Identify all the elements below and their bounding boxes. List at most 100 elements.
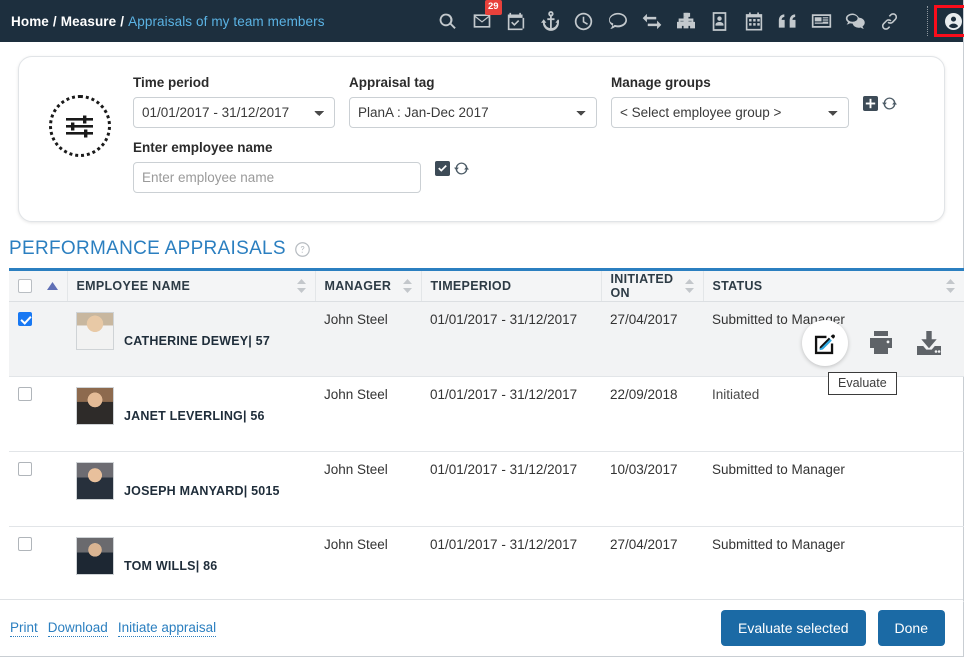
row-timeperiod: 01/01/2017 - 31/12/2017 — [421, 377, 601, 452]
select-all-checkbox[interactable] — [18, 279, 32, 293]
breadcrumb-measure[interactable]: Measure — [61, 14, 116, 29]
user-circle-icon — [945, 13, 962, 30]
footer-link-download[interactable]: Download — [48, 620, 108, 637]
refresh-groups-icon[interactable] — [882, 96, 897, 111]
time-period-select[interactable]: 01/01/2017 - 31/12/2017 — [133, 97, 335, 128]
newspaper-icon[interactable] — [811, 10, 833, 32]
column-header-initiated-on[interactable]: INITIATED ON — [601, 270, 703, 302]
evaluate-selected-button[interactable]: Evaluate selected — [721, 610, 866, 646]
sort-icon[interactable] — [685, 279, 694, 293]
column-label-employee-name: EMPLOYEE NAME — [77, 279, 191, 293]
table-header: EMPLOYEE NAME MANAGER — [9, 270, 964, 302]
evaluate-button[interactable] — [802, 320, 848, 366]
row-initiated-on: 22/09/2018 — [601, 377, 703, 452]
manage-groups-select[interactable]: < Select employee group > — [611, 97, 849, 128]
breadcrumb-separator-2: / — [120, 14, 124, 29]
row-employee-cell: TOM WILLS| 86 — [67, 527, 315, 602]
status-badge: Submitted to Manager — [712, 537, 845, 552]
quote-icon[interactable] — [777, 10, 799, 32]
row-checkbox[interactable] — [18, 387, 32, 401]
table-row[interactable]: JANET LEVERLING| 56 John Steel 01/01/201… — [9, 377, 964, 452]
filter-panel-container: Time period 01/01/2017 - 31/12/2017 Appr… — [0, 42, 963, 222]
avatar — [76, 462, 114, 500]
refresh-employee-icon[interactable] — [454, 161, 469, 176]
breadcrumb-home[interactable]: Home — [11, 14, 49, 29]
user-account-button[interactable]: Manager — [934, 5, 964, 37]
footer-link-print[interactable]: Print — [10, 620, 38, 637]
footer-link-initiate-appraisal[interactable]: Initiate appraisal — [118, 620, 216, 637]
download-button[interactable] — [914, 330, 944, 356]
retweet-icon[interactable] — [641, 10, 663, 32]
toolbar-icons: 29 — [437, 6, 934, 36]
print-button[interactable] — [867, 330, 895, 356]
footer-bar: Print Download Initiate appraisal Evalua… — [0, 599, 963, 656]
row-status: Submitted to Manager — [703, 452, 964, 527]
contact-card-icon[interactable] — [709, 10, 731, 32]
avatar — [76, 312, 114, 350]
clock-icon[interactable] — [573, 10, 595, 32]
comment-icon[interactable] — [607, 10, 629, 32]
anchor-icon[interactable] — [539, 10, 561, 32]
row-select-cell[interactable] — [9, 302, 67, 377]
section-header: PERFORMANCE APPRAISALS — [0, 222, 963, 268]
column-header-employee-name[interactable]: EMPLOYEE NAME — [67, 270, 315, 302]
sort-icon[interactable] — [403, 279, 412, 293]
toolbar-divider — [927, 6, 928, 36]
row-select-cell[interactable] — [9, 377, 67, 452]
link-icon[interactable] — [879, 10, 901, 32]
breadcrumb: Home/Measure/Appraisals of my team membe… — [11, 14, 325, 29]
footer-links: Print Download Initiate appraisal — [10, 620, 216, 637]
comments-icon[interactable] — [845, 10, 867, 32]
column-header-manager[interactable]: MANAGER — [315, 270, 421, 302]
table-header-row: EMPLOYEE NAME MANAGER — [9, 270, 964, 302]
apply-check-icon[interactable] — [435, 161, 450, 176]
row-checkbox[interactable] — [18, 537, 32, 551]
row-checkbox[interactable] — [18, 462, 32, 476]
done-button[interactable]: Done — [878, 610, 945, 646]
appraisal-tag-field: Appraisal tag PlanA : Jan-Dec 2017 — [349, 75, 597, 128]
sort-ascending-icon[interactable] — [47, 282, 58, 290]
employee-name: TOM WILLS| 86 — [124, 559, 217, 575]
calendar-check-icon[interactable] — [505, 10, 527, 32]
row-manager: John Steel — [315, 452, 421, 527]
row-employee-cell: CATHERINE DEWEY| 57 — [67, 302, 315, 377]
employee-name-input[interactable] — [133, 162, 421, 193]
manage-groups-actions — [863, 75, 897, 111]
appraisal-tag-select[interactable]: PlanA : Jan-Dec 2017 — [349, 97, 597, 128]
envelope-badge: 29 — [485, 0, 502, 15]
time-period-field: Time period 01/01/2017 - 31/12/2017 — [133, 75, 335, 128]
employee-name: JANET LEVERLING| 56 — [124, 409, 265, 425]
appraisals-table-container: EMPLOYEE NAME MANAGER — [0, 268, 963, 602]
sort-icon[interactable] — [297, 279, 306, 293]
row-checkbox[interactable] — [18, 312, 32, 326]
row-timeperiod: 01/01/2017 - 31/12/2017 — [421, 452, 601, 527]
row-manager: John Steel — [315, 377, 421, 452]
filter-fields: Time period 01/01/2017 - 31/12/2017 Appr… — [133, 75, 928, 221]
sitemap-icon[interactable] — [675, 10, 697, 32]
envelope-icon[interactable]: 29 — [471, 10, 493, 32]
column-header-timeperiod[interactable]: TIMEPERIOD — [421, 270, 601, 302]
search-icon[interactable] — [437, 10, 459, 32]
column-header-status[interactable]: STATUS — [703, 270, 964, 302]
table-row[interactable]: JOSEPH MANYARD| 5015 John Steel 01/01/20… — [9, 452, 964, 527]
plus-square-icon[interactable] — [863, 96, 878, 111]
edit-square-icon — [813, 331, 838, 356]
calendar-icon[interactable] — [743, 10, 765, 32]
row-timeperiod: 01/01/2017 - 31/12/2017 — [421, 302, 601, 377]
appraisal-tag-label: Appraisal tag — [349, 75, 597, 90]
avatar — [76, 537, 114, 575]
employee-name-field: Enter employee name — [133, 140, 421, 193]
employee-name-label: Enter employee name — [133, 140, 421, 155]
manage-groups-field: Manage groups < Select employee group > — [611, 75, 849, 128]
row-manager: John Steel — [315, 527, 421, 602]
row-select-cell[interactable] — [9, 452, 67, 527]
sort-icon[interactable] — [946, 279, 955, 293]
print-icon — [867, 330, 895, 356]
table-row[interactable]: TOM WILLS| 86 John Steel 01/01/2017 - 31… — [9, 527, 964, 602]
select-all-column-header[interactable] — [9, 270, 67, 302]
help-icon[interactable] — [295, 242, 310, 257]
row-initiated-on: 10/03/2017 — [601, 452, 703, 527]
employee-name: CATHERINE DEWEY| 57 — [124, 334, 270, 350]
row-select-cell[interactable] — [9, 527, 67, 602]
filter-card: Time period 01/01/2017 - 31/12/2017 Appr… — [18, 56, 945, 222]
